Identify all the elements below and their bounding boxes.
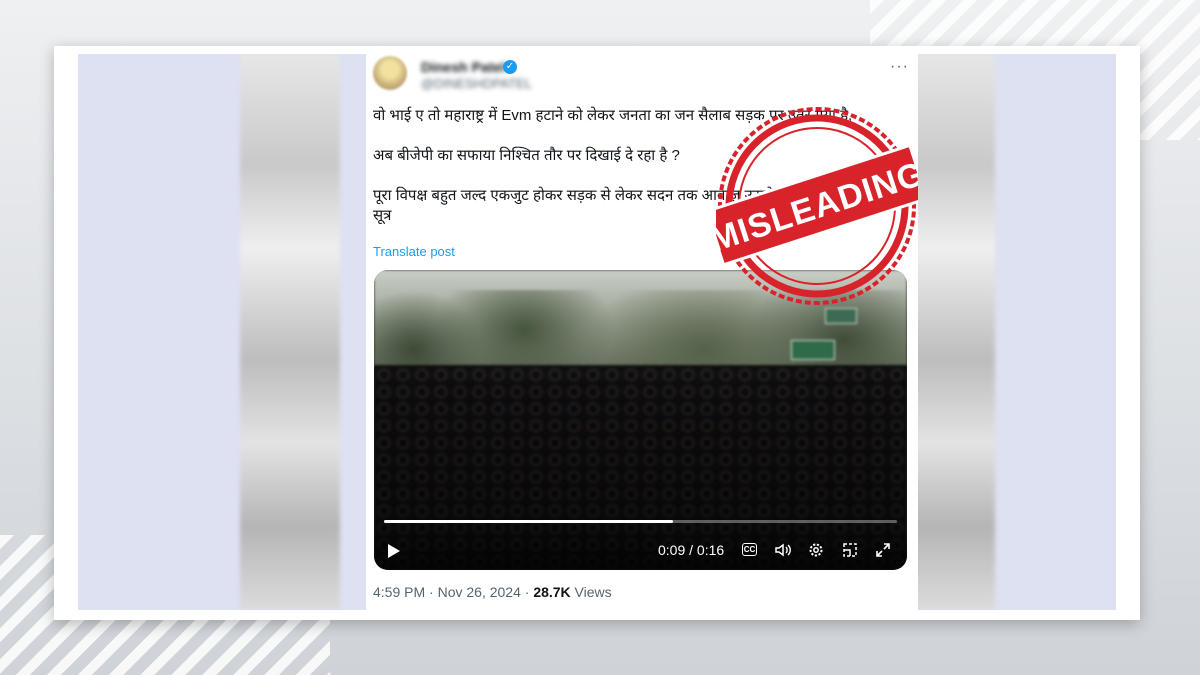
- video-frame: [374, 270, 907, 570]
- video-sign: [825, 308, 857, 324]
- tweet-meta: 4:59 PM · Nov 26, 2024 · 28.7K Views: [373, 584, 612, 600]
- screenshot-area: Dinesh Patel ✓ @DINESHDPATEL ··· वो भाई …: [78, 54, 1116, 610]
- tweet-header: Dinesh Patel ✓ @DINESHDPATEL ···: [373, 56, 913, 94]
- video-controls: [374, 526, 907, 570]
- fullscreen-icon[interactable]: [874, 541, 892, 559]
- misleading-stamp: MISLEADING: [716, 107, 918, 305]
- volume-icon[interactable]: [774, 541, 792, 559]
- screenshot-frame: Dinesh Patel ✓ @DINESHDPATEL ··· वो भाई …: [54, 46, 1140, 620]
- video-time: 0:09 / 0:16: [658, 542, 725, 558]
- views-label: Views: [570, 584, 612, 600]
- user-name[interactable]: Dinesh Patel: [421, 59, 505, 75]
- blurred-side-left: [240, 54, 340, 610]
- views-count: 28.7K: [533, 584, 571, 600]
- verified-badge-icon: ✓: [503, 60, 517, 74]
- video-progress-bar[interactable]: [384, 520, 897, 523]
- play-icon[interactable]: [388, 544, 400, 558]
- user-handle[interactable]: @DINESHDPATEL: [421, 76, 532, 91]
- translate-post-link[interactable]: Translate post: [373, 244, 455, 259]
- more-options-icon[interactable]: ···: [890, 58, 909, 76]
- video-sign: [791, 340, 835, 360]
- video-player[interactable]: 0:09 / 0:16 CC: [374, 270, 907, 570]
- tweet-timestamp[interactable]: 4:59 PM · Nov 26, 2024 ·: [373, 584, 533, 600]
- video-progress-fill: [384, 520, 673, 523]
- settings-icon[interactable]: [807, 541, 825, 559]
- avatar[interactable]: [373, 56, 407, 90]
- pip-icon[interactable]: [841, 541, 859, 559]
- captions-icon[interactable]: CC: [742, 543, 757, 556]
